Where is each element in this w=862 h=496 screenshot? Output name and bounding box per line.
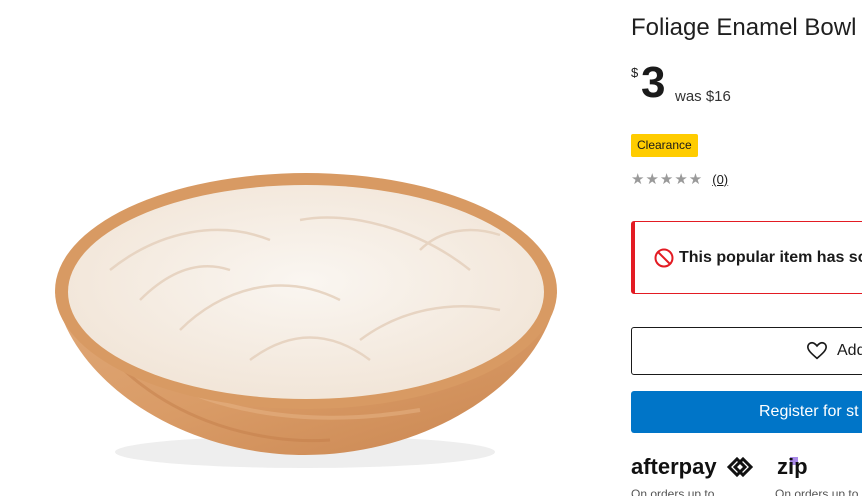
- clearance-badge: Clearance: [631, 134, 698, 157]
- zip-note: On orders up to: [775, 487, 859, 496]
- afterpay-logo[interactable]: afterpay: [631, 453, 753, 481]
- rating-row: ★★★★★ (0): [631, 170, 728, 188]
- price-amount: 3: [641, 58, 666, 107]
- was-price: was $16: [675, 88, 731, 105]
- zip-logo[interactable]: zip: [777, 454, 835, 478]
- price-currency: $: [631, 65, 639, 80]
- register-label: Register for st: [759, 403, 859, 420]
- product-image-area: [0, 0, 610, 496]
- svg-text:zip: zip: [777, 454, 808, 478]
- stock-alert: This popular item has so: [631, 221, 862, 294]
- product-image: [55, 173, 557, 468]
- register-button[interactable]: Register for st: [631, 391, 862, 433]
- wishlist-label: Add: [837, 342, 862, 359]
- afterpay-note: On orders up to: [631, 487, 715, 496]
- review-count-link[interactable]: (0): [712, 172, 728, 187]
- product-info-panel: Foliage Enamel Bowl $ 3 was $16 Clearanc…: [631, 0, 862, 496]
- alert-message: This popular item has so: [679, 249, 862, 266]
- star-rating: ★★★★★: [631, 171, 704, 188]
- add-to-wishlist-button[interactable]: Add: [631, 327, 862, 375]
- heart-icon: [807, 341, 827, 360]
- svg-text:afterpay: afterpay: [631, 454, 717, 479]
- prohibited-icon: [654, 248, 674, 268]
- product-title: Foliage Enamel Bowl: [631, 14, 857, 41]
